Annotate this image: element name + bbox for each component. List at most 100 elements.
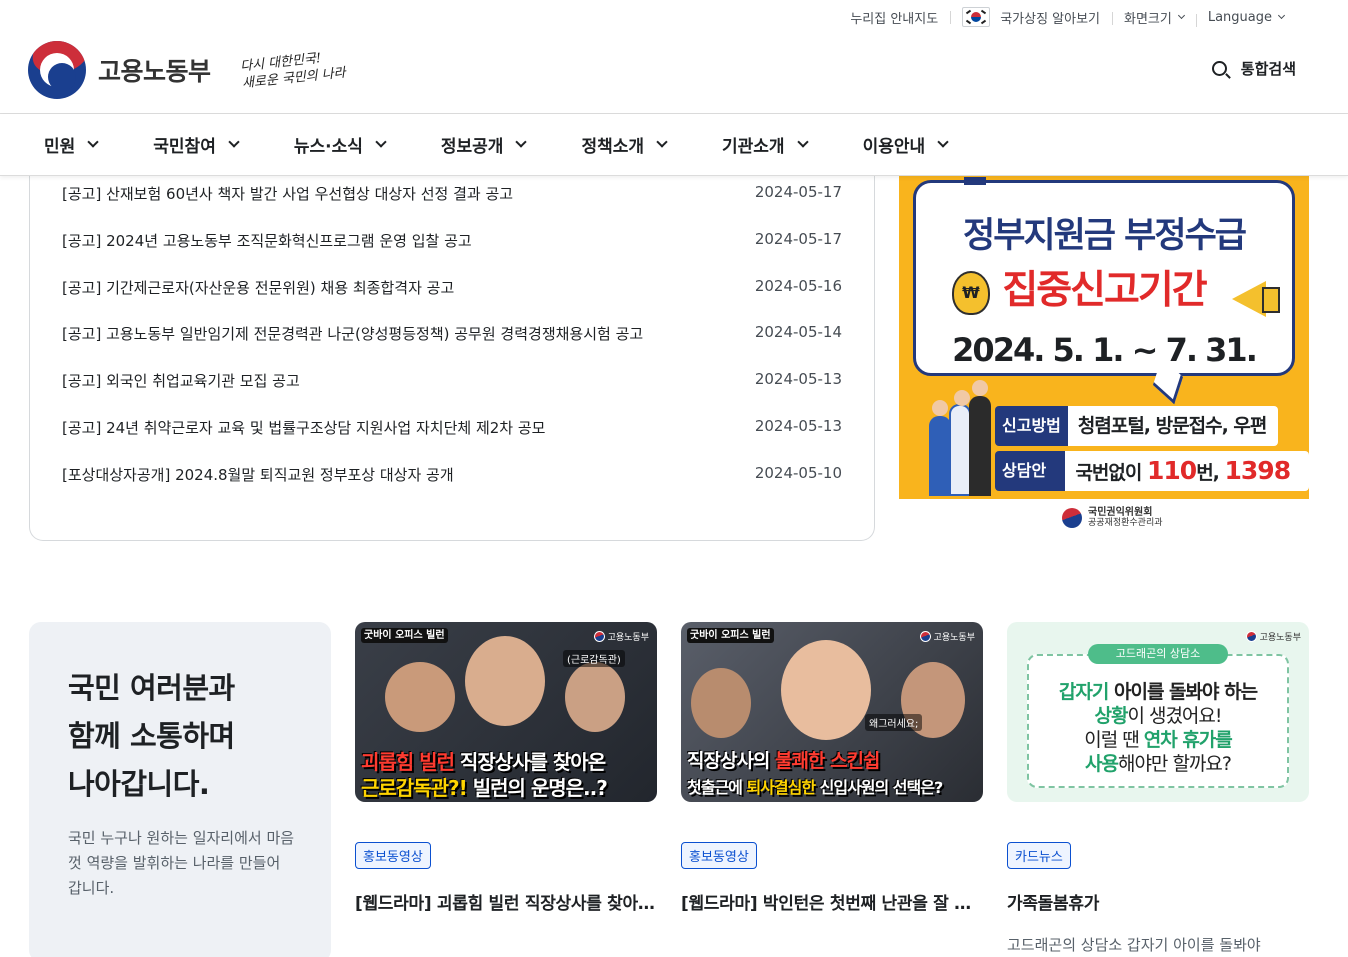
thumb-ministry-label: 고용노동부 [933, 633, 975, 643]
thumb-brand: 굿바이 오피스 빌런 [687, 628, 774, 643]
media-card[interactable]: 굿바이 오피스 빌런 고용노동부 (근로감독관) 괴롭힘 빌런 직장상사를 찾아… [355, 622, 657, 914]
notice-list: [공고] 산재보험 60년사 책자 발간 사업 우선협상 대상자 선정 결과 공… [62, 183, 842, 511]
nav-item-about[interactable]: 기관소개 [722, 114, 809, 175]
nav-label: 국민참여 [153, 137, 216, 157]
notice-date: 2024-05-10 [754, 463, 842, 482]
site-header: 고용노동부 다시 대한민국! 새로운 국민의 나라 통합검색 [0, 34, 1348, 114]
thumb-msg-green: 연차 휴가를 [1143, 729, 1233, 751]
thumb-small-caption: (근로감독관) [563, 650, 625, 667]
notice-item[interactable]: [공고] 고용노동부 일반임기제 전문경력관 나군(양성평등정책) 공무원 경력… [62, 323, 842, 370]
notice-date: 2024-05-13 [754, 416, 842, 435]
language-dropdown[interactable]: Language [1195, 9, 1296, 27]
card-thumbnail: 굿바이 오피스 빌런 고용노동부 왜그러세요; 직장상사의 불쾌한 스킨쉽 첫출… [681, 622, 983, 802]
sitemap-link[interactable]: 누리집 안내지도 [838, 8, 950, 27]
intro-heading-line: 국민 여러분과 [68, 671, 235, 705]
site-logo[interactable]: 고용노동부 다시 대한민국! 새로운 국민의 나라 [28, 41, 346, 99]
acrc-logo: 국민권익위원회 공공재정환수관리과 [1062, 508, 1163, 528]
slogan: 다시 대한민국! 새로운 국민의 나라 [239, 48, 346, 93]
nav-item-news[interactable]: 뉴스·소식 [293, 114, 387, 175]
notice-title: [공고] 기간제근로자(자산운용 전문위원) 채용 최종합격자 공고 [62, 278, 455, 297]
nav-label: 뉴스·소식 [293, 137, 363, 157]
notice-date: 2024-05-13 [754, 370, 842, 389]
ministry-emblem-icon [919, 631, 931, 642]
thumb-caption-line1: 괴롭힘 빌런 직장상사를 찾아온 [361, 746, 606, 775]
consult-number-1398: 1398 [1224, 456, 1292, 485]
consult-label: 상담안내 [995, 451, 1066, 491]
thumb-ministry: 고용노동부 [593, 630, 649, 643]
thumb-cap-yellow: 퇴사결심한 [746, 778, 816, 797]
consult-mid: 번, [1196, 462, 1225, 484]
thumb-msg: 해야만 할까요? [1117, 753, 1232, 775]
thumb-caption-line2: 근로감독관?! 빌런의 운명은..? [361, 772, 608, 801]
national-symbols-link[interactable]: 국가상징 알아보기 [950, 7, 1112, 27]
nav-label: 정책소개 [581, 137, 644, 157]
banner-period: 2024. 5. 1. ~ 7. 31. [952, 331, 1258, 369]
card-title: 가족돌봄휴가 [1007, 894, 1100, 914]
integrated-search-button[interactable]: 통합검색 [1211, 58, 1296, 79]
card-category-tag: 카드뉴스 [1007, 842, 1071, 869]
intro-heading-line: 함께 소통하며 [68, 719, 235, 753]
intro-panel: 국민 여러분과 함께 소통하며 나아갑니다. 국민 누구나 원하는 일자리에서 … [29, 622, 331, 957]
report-method-value: 청렴포털, 방문접수, 우편 [1067, 406, 1279, 446]
thumb-small-caption: 왜그러세요; [865, 714, 923, 731]
font-size-label: 화면크기 [1124, 11, 1172, 27]
nav-label: 기관소개 [722, 137, 785, 157]
thumb-ministry-label: 고용노동부 [1259, 633, 1301, 643]
thumb-msg-green: 갑자기 [1058, 681, 1109, 703]
nav-item-participation[interactable]: 국민참여 [153, 114, 240, 175]
acrc-sub: 공공재정환수관리과 [1088, 518, 1163, 528]
notice-title: [공고] 외국인 취업교육기관 모집 공고 [62, 372, 300, 391]
utility-bar: 누리집 안내지도 국가상징 알아보기 화면크기 Language [838, 0, 1296, 34]
thumb-cap-white: 직장상사의 [687, 750, 776, 772]
notice-date: 2024-05-17 [754, 229, 842, 248]
thumb-msg: 이럴 땐 [1084, 729, 1144, 751]
nav-item-policy[interactable]: 정책소개 [581, 114, 668, 175]
chevron-down-icon [656, 136, 668, 148]
chevron-down-icon [1277, 11, 1286, 20]
language-label: Language [1207, 9, 1272, 25]
nav-label: 이용안내 [862, 137, 926, 157]
notice-item[interactable]: [공고] 24년 취약근로자 교육 및 법률구조상담 지원사업 자치단체 제2차… [62, 417, 842, 464]
card-title: [웹드라마] 박인턴은 첫번째 난관을 잘 이겨낼 수 있을까요? [681, 894, 981, 914]
acrc-name: 국민권익위원회 [1088, 507, 1153, 518]
thumb-cap-white: 직장상사를 찾아온 [453, 750, 606, 774]
thumb-cap-white: 신입사원의 선택은? [815, 778, 944, 797]
notice-item[interactable]: [포상대상자공개] 2024.8월말 퇴직교원 정부포상 대상자 공개 2024-… [62, 464, 842, 511]
fraud-report-banner[interactable]: 정부지원금 부정수급 집중신고기간 ₩ 2024. 5. 1. ~ 7. 31.… [899, 176, 1309, 499]
intro-heading: 국민 여러분과 함께 소통하며 나아갑니다. [68, 664, 235, 808]
nav-label: 민원 [44, 137, 76, 157]
nav-item-guide[interactable]: 이용안내 [862, 114, 949, 175]
ministry-emblem-icon [593, 631, 605, 642]
card-thumbnail: 굿바이 오피스 빌런 고용노동부 (근로감독관) 괴롭힘 빌런 직장상사를 찾아… [355, 622, 657, 802]
nav-item-civil[interactable]: 민원 [44, 114, 99, 175]
banner-title: 정부지원금 부정수급 [963, 216, 1247, 256]
money-bag-icon: ₩ [952, 271, 990, 315]
card-category-tag: 홍보동영상 [681, 842, 757, 869]
notice-item[interactable]: [공고] 산재보험 60년사 책자 발간 사업 우선협상 대상자 선정 결과 공… [62, 183, 842, 230]
font-size-dropdown[interactable]: 화면크기 [1112, 8, 1196, 27]
search-label: 통합검색 [1240, 60, 1296, 78]
card-description: 고드래곤의 상담소 갑자기 아이를 돌봐야 [1007, 936, 1261, 954]
notice-title: [공고] 24년 취약근로자 교육 및 법률구조상담 지원사업 자치단체 제2차… [62, 418, 546, 437]
media-card[interactable]: 고용노동부 고드래곤의 상담소 갑자기 아이를 돌봐야 하는 상황이 생겼어요!… [1007, 622, 1309, 955]
site-name: 고용노동부 [98, 57, 211, 86]
notice-item[interactable]: [공고] 외국인 취업교육기관 모집 공고 2024-05-13 [62, 370, 842, 417]
nav-item-disclosure[interactable]: 정보공개 [441, 114, 528, 175]
thumb-ministry-label: 고용노동부 [607, 633, 649, 643]
thumb-caption-line1: 직장상사의 불쾌한 스킨쉽 [687, 746, 881, 773]
people-illustration-icon [925, 380, 995, 496]
thumb-msg: 아이를 돌봐야 하는 [1108, 681, 1258, 703]
report-method-label: 신고방법 [995, 406, 1068, 446]
notice-item[interactable]: [공고] 2024년 고용노동부 조직문화혁신프로그램 운영 입찰 공고 2024… [62, 230, 842, 277]
notice-item[interactable]: [공고] 기간제근로자(자산운용 전문위원) 채용 최종합격자 공고 2024-0… [62, 277, 842, 324]
thumb-message: 갑자기 아이를 돌봐야 하는 상황이 생겼어요! 이럴 땐 연차 휴가를 사용해… [1033, 680, 1283, 776]
acrc-emblem-icon [1062, 508, 1082, 528]
ministry-emblem-icon [1245, 631, 1257, 642]
card-category-tag: 홍보동영상 [355, 842, 431, 869]
consult-value: 국번없이 110번, 1398번 [1065, 451, 1309, 491]
thumb-cap-yellow: 근로감독관?! [361, 776, 468, 800]
chevron-down-icon [228, 136, 240, 148]
thumb-ministry: 고용노동부 [919, 630, 975, 643]
media-card[interactable]: 굿바이 오피스 빌런 고용노동부 왜그러세요; 직장상사의 불쾌한 스킨쉽 첫출… [681, 622, 983, 914]
thumb-msg: 이 생겼어요! [1127, 705, 1222, 727]
